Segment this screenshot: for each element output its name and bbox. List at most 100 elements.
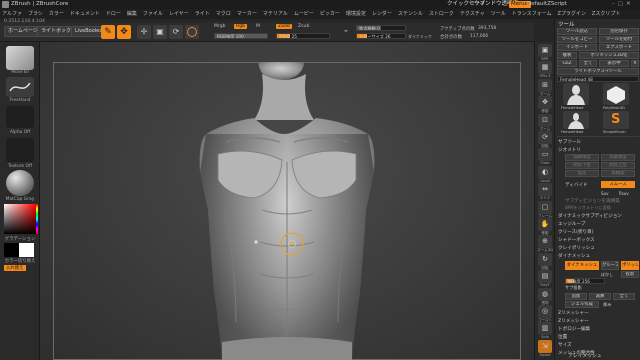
draw-button[interactable]: ✥: [117, 25, 131, 39]
tool-thumb-polymesh[interactable]: [603, 83, 629, 105]
higher-res-button[interactable]: 高解像度: [601, 154, 635, 161]
tool-thumb-simplebrush[interactable]: S: [603, 111, 629, 129]
dynamic-subdiv-section[interactable]: ダイナミックサブディビジョン: [558, 213, 622, 219]
smooth-toggle[interactable]: スムーズ: [601, 181, 635, 188]
groups-toggle[interactable]: グループ: [601, 261, 619, 270]
dynamesh-section[interactable]: ダイナメッシュ: [558, 253, 590, 259]
default-script[interactable]: DefaultZScript: [527, 0, 567, 9]
clone-button[interactable]: 複製: [557, 52, 577, 59]
menu-item[interactable]: ステンシル: [396, 9, 427, 19]
draw-size-slider[interactable]: ドローサイズ 26: [356, 33, 406, 39]
material-thumbnail[interactable]: [6, 170, 34, 196]
menu-item[interactable]: テクスチャ: [458, 9, 489, 19]
rebuild-subdiv-button[interactable]: サブディビジョンを再構築: [565, 198, 620, 204]
move-button[interactable]: ✢: [137, 25, 151, 39]
menu-item[interactable]: ドキュメント: [68, 9, 104, 19]
menu-item[interactable]: ツール: [489, 9, 510, 19]
r-button[interactable]: R: [631, 60, 639, 67]
rgb-toggle[interactable]: Rgb: [234, 24, 248, 29]
dynamesh-button[interactable]: ダイナメッシュ: [565, 261, 599, 270]
export-button[interactable]: エクスポート: [599, 44, 639, 51]
color-picker[interactable]: [4, 204, 38, 234]
scale-button[interactable]: ▣: [153, 25, 167, 39]
make-polymesh-button[interactable]: ポリメッシュ3D化: [579, 52, 639, 59]
menu-item[interactable]: トランスフォーム: [510, 9, 556, 19]
view-tool-button[interactable]: ⇲: [538, 339, 552, 353]
all-button[interactable]: 全て: [579, 60, 597, 67]
dynamic-toggle[interactable]: ダイナミック: [408, 34, 432, 40]
menu-item[interactable]: マクロ: [214, 9, 235, 19]
menu-item[interactable]: Zプラグイン: [555, 9, 589, 19]
zremesher-section[interactable]: Zリメッシャー: [558, 310, 589, 316]
brush-thumbnail[interactable]: [6, 46, 34, 70]
view-tool-button[interactable]: ▦: [538, 61, 552, 75]
rgb-intensity-slider[interactable]: RGB強度 100: [214, 33, 268, 39]
claypolish-section[interactable]: クレイポリッシュ: [558, 245, 595, 251]
view-tool-button[interactable]: ⊡: [538, 113, 552, 127]
size-section[interactable]: サイズ: [558, 342, 572, 348]
menu-item[interactable]: ライト: [193, 9, 214, 19]
thickness-slider[interactable]: 厚み: [603, 302, 611, 308]
current-tool-slider[interactable]: FemaleHead 48: [557, 76, 639, 82]
menu-item[interactable]: 環境設定: [344, 9, 370, 19]
view-tool-button[interactable]: ▭: [538, 148, 552, 162]
view-tool-button[interactable]: ⇔: [538, 183, 552, 197]
menu-item[interactable]: ファイル: [141, 9, 167, 19]
view-tool-button[interactable]: ◍: [538, 287, 552, 301]
view-tool-button[interactable]: ✥: [538, 96, 552, 110]
subproject-slider[interactable]: サブ投影: [565, 285, 582, 291]
texture-thumbnail[interactable]: [6, 138, 34, 162]
hue-strip[interactable]: [36, 204, 38, 234]
position-section[interactable]: 位置: [558, 334, 567, 340]
lightbox-tools-button[interactable]: ライトボックス→ツール: [557, 68, 639, 75]
sub-button[interactable]: 減算: [589, 293, 611, 300]
resolution-slider[interactable]: 解像度 256: [565, 278, 605, 284]
load-tool-button[interactable]: ツール読込: [557, 28, 597, 35]
main-color-swatch[interactable]: [4, 243, 19, 257]
view-tool-button[interactable]: ▤: [538, 270, 552, 284]
view-tool-button[interactable]: ⟳: [538, 131, 552, 144]
menu-item[interactable]: マテリアル: [261, 9, 292, 19]
project-toggle[interactable]: 投影: [621, 271, 639, 278]
del-lower-button[interactable]: 削除下位: [565, 162, 599, 169]
menu-item[interactable]: ストローク: [427, 9, 458, 19]
save-as-button[interactable]: 別名保存: [599, 28, 639, 35]
menu-item[interactable]: レイヤー: [167, 9, 193, 19]
shadowbox-section[interactable]: シャドーボックス: [558, 237, 595, 243]
copy-tool-button[interactable]: ツールをコピー: [557, 36, 597, 43]
menu-item[interactable]: アルファ: [0, 9, 26, 19]
tool-thumb-femalehead-2[interactable]: [563, 111, 589, 129]
menu-item[interactable]: ブラシ: [26, 9, 47, 19]
view-tool-button[interactable]: ↻: [538, 252, 552, 266]
color-switch-label[interactable]: カラー切り替え: [2, 258, 38, 264]
add-button[interactable]: 追加: [565, 293, 587, 300]
torso-model[interactable]: [40, 42, 534, 360]
view-tool-button[interactable]: ▥: [538, 322, 552, 336]
menu-item[interactable]: ドロー: [104, 9, 125, 19]
view-tool-button[interactable]: ⊕: [538, 235, 552, 249]
material-sphere-button[interactable]: [185, 25, 199, 39]
import-button[interactable]: インポート: [557, 44, 597, 51]
menu-item[interactable]: ムービー: [292, 9, 318, 19]
view-tool-button[interactable]: ◎: [538, 305, 552, 318]
crease-section[interactable]: クリース(折り目): [558, 229, 594, 235]
reconstruct-button[interactable]: 再構築: [601, 170, 635, 177]
gradient-label[interactable]: グラデーション: [2, 236, 38, 242]
z-intensity-slider[interactable]: Z強度 25: [276, 33, 330, 39]
suv-toggle[interactable]: Suv: [601, 191, 608, 196]
view-tool-button[interactable]: ⊞: [538, 78, 552, 92]
rsuv-toggle[interactable]: Rsuv: [619, 191, 629, 196]
secondary-color-swatch[interactable]: [19, 243, 34, 257]
stroke-thumbnail[interactable]: [6, 77, 34, 97]
menu-item[interactable]: レンダー: [370, 9, 396, 19]
canvas-viewport[interactable]: [40, 42, 534, 360]
menu-item[interactable]: マーカー: [235, 9, 261, 19]
subdivide-button[interactable]: ディバイド: [565, 182, 588, 188]
geometry-section[interactable]: ジオメトリ: [558, 147, 581, 153]
menu-item[interactable]: Zスクリプト: [590, 9, 624, 19]
swap-button[interactable]: 入れ替え: [4, 265, 26, 271]
zremesher-subsection[interactable]: Zリメッシャー: [558, 318, 589, 324]
topology-section[interactable]: トポロジー編集: [558, 326, 590, 332]
mrgb-toggle[interactable]: Mrgb: [214, 24, 226, 29]
rotate-button[interactable]: ⟳: [169, 25, 183, 39]
